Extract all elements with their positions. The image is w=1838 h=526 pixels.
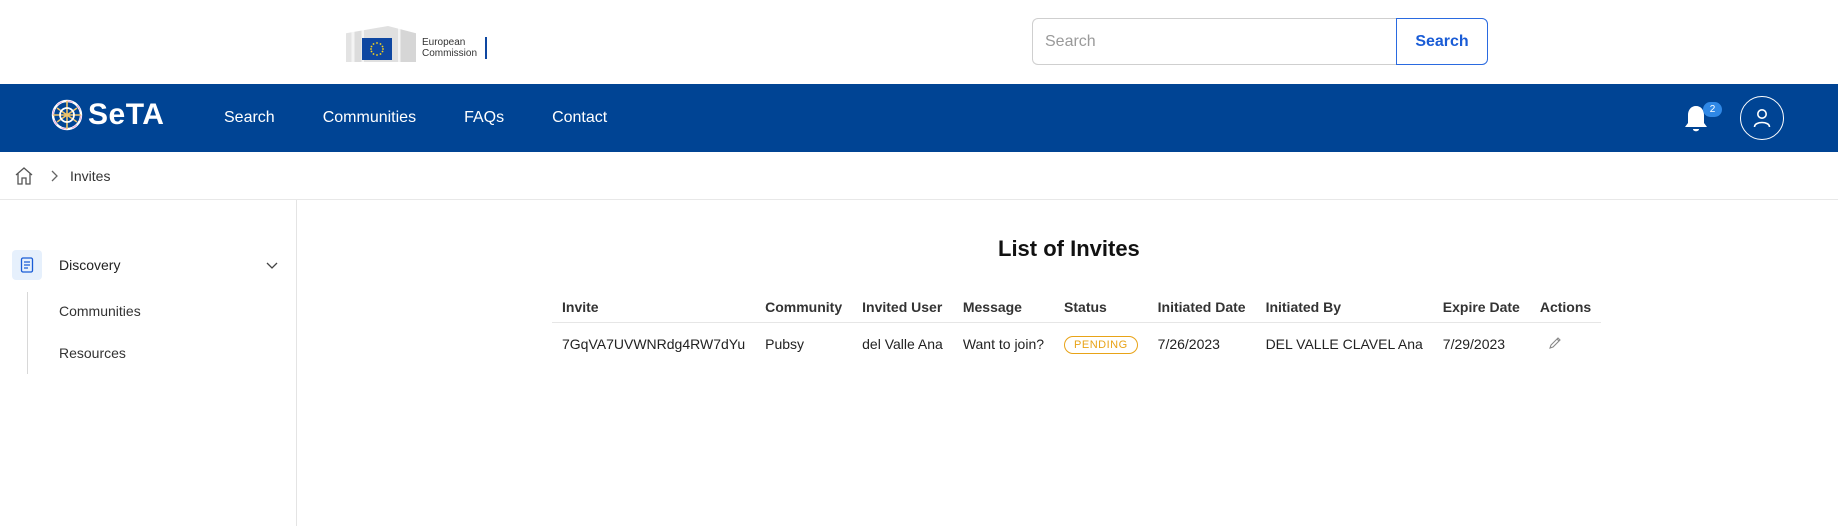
cell-initiated-date: 7/26/2023 bbox=[1157, 336, 1220, 353]
top-header: European Commission Search bbox=[0, 0, 1838, 84]
seta-brand[interactable]: SeTA bbox=[50, 98, 164, 132]
page-title: List of Invites bbox=[998, 236, 1140, 261]
brand-name: SeTA bbox=[88, 98, 165, 131]
cell-expire-date: 7/29/2023 bbox=[1442, 336, 1506, 353]
column-header-actions: Actions bbox=[1529, 292, 1602, 323]
ec-logo-line2: Commission bbox=[422, 48, 478, 59]
eu-flag-icon bbox=[362, 38, 392, 60]
user-icon bbox=[1753, 109, 1771, 128]
main-navbar: SeTA Search Communities FAQs Contact bbox=[0, 84, 1838, 152]
cell-community: Pubsy bbox=[765, 336, 805, 353]
table-header-row: Invite Community Invited User Message St… bbox=[552, 292, 1602, 323]
search-button[interactable]: Search bbox=[1396, 18, 1488, 65]
seta-logo-icon bbox=[51, 99, 83, 131]
ec-building-icon bbox=[346, 24, 416, 64]
sidebar-group-label: Discovery bbox=[59, 257, 121, 273]
sidebar-group-discovery[interactable]: Discovery bbox=[12, 250, 284, 280]
table-row: 7GqVA7UVWNRdg4RW7dYu Pubsy del Valle Ana… bbox=[552, 322, 1601, 366]
user-menu-button[interactable] bbox=[1740, 96, 1784, 140]
sidebar-item-resources[interactable]: Resources bbox=[59, 345, 126, 361]
nav-links: Search Communities FAQs Contact bbox=[224, 84, 655, 152]
nav-link-search[interactable]: Search bbox=[224, 109, 275, 127]
status-badge: PENDING bbox=[1064, 335, 1138, 354]
ec-logo-line1: European bbox=[422, 37, 466, 48]
nav-link-communities[interactable]: Communities bbox=[323, 109, 416, 127]
ec-logo-divider bbox=[485, 37, 488, 59]
cell-invited-user: del Valle Ana bbox=[862, 336, 943, 353]
cell-initiated-by: DEL VALLE CLAVEL Ana bbox=[1265, 336, 1423, 353]
column-header-invite: Invite bbox=[552, 292, 756, 323]
sidebar-item-communities[interactable]: Communities bbox=[59, 303, 141, 319]
nav-link-faqs[interactable]: FAQs bbox=[464, 109, 504, 127]
ec-logo-text: European Commission bbox=[422, 29, 477, 59]
european-commission-logo[interactable]: European Commission bbox=[346, 24, 496, 64]
edit-pencil-icon[interactable] bbox=[1548, 336, 1562, 350]
nav-link-contact[interactable]: Contact bbox=[552, 109, 607, 127]
home-icon[interactable] bbox=[14, 166, 34, 186]
chevron-down-icon[interactable] bbox=[266, 260, 278, 270]
sidebar-divider bbox=[27, 292, 28, 374]
notification-badge: 2 bbox=[1703, 102, 1722, 117]
cell-message: Want to join? bbox=[962, 336, 1045, 353]
column-header-initiated-date: Initiated Date bbox=[1147, 292, 1256, 323]
cell-actions bbox=[1530, 322, 1601, 366]
invites-table: Invite Community Invited User Message St… bbox=[552, 292, 1602, 366]
breadcrumb: Invites bbox=[0, 152, 1838, 200]
search-form: Search bbox=[1032, 18, 1488, 65]
breadcrumb-current: Invites bbox=[70, 167, 111, 184]
document-icon bbox=[12, 250, 42, 280]
column-header-initiated-by: Initiated By bbox=[1255, 292, 1433, 323]
cell-status: PENDING bbox=[1054, 322, 1148, 366]
column-header-message: Message bbox=[952, 292, 1055, 323]
sidebar: Discovery Communities Resources bbox=[0, 200, 297, 526]
cell-invite: 7GqVA7UVWNRdg4RW7dYu bbox=[562, 336, 746, 353]
column-header-status: Status bbox=[1054, 292, 1148, 323]
search-input[interactable] bbox=[1032, 18, 1396, 65]
column-header-invited-user: Invited User bbox=[852, 292, 953, 323]
chevron-right-icon bbox=[51, 170, 58, 181]
column-header-community: Community bbox=[755, 292, 853, 323]
column-header-expire-date: Expire Date bbox=[1432, 292, 1530, 323]
